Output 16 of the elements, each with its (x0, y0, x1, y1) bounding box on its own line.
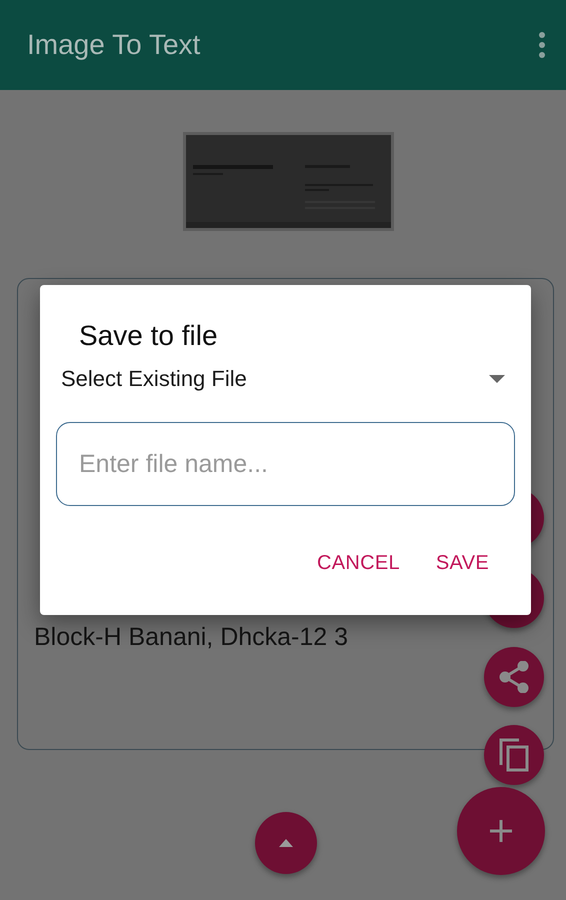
copy-icon (499, 738, 529, 772)
up-arrow-icon (279, 839, 293, 847)
share-button[interactable] (484, 647, 544, 707)
dialog-button[interactable]: CANCEL (304, 546, 413, 581)
plus-icon (490, 820, 512, 842)
dialog-title: Save to file (79, 319, 219, 353)
file-name-field[interactable]: Enter file name... (56, 422, 515, 506)
file-dropdown[interactable]: Select Existing File (61, 366, 505, 392)
caret-icon (489, 375, 505, 383)
share-icon (499, 661, 529, 693)
scroll-up-button[interactable] (255, 812, 317, 874)
overflow-menu-icon[interactable] (538, 31, 546, 59)
dialog-button[interactable]: SAVE (422, 546, 502, 581)
text-line: Block-H Banani, Dhcka-12 3 (34, 622, 350, 653)
app-title: Image To Text (27, 29, 200, 61)
copy-button[interactable] (484, 725, 544, 785)
